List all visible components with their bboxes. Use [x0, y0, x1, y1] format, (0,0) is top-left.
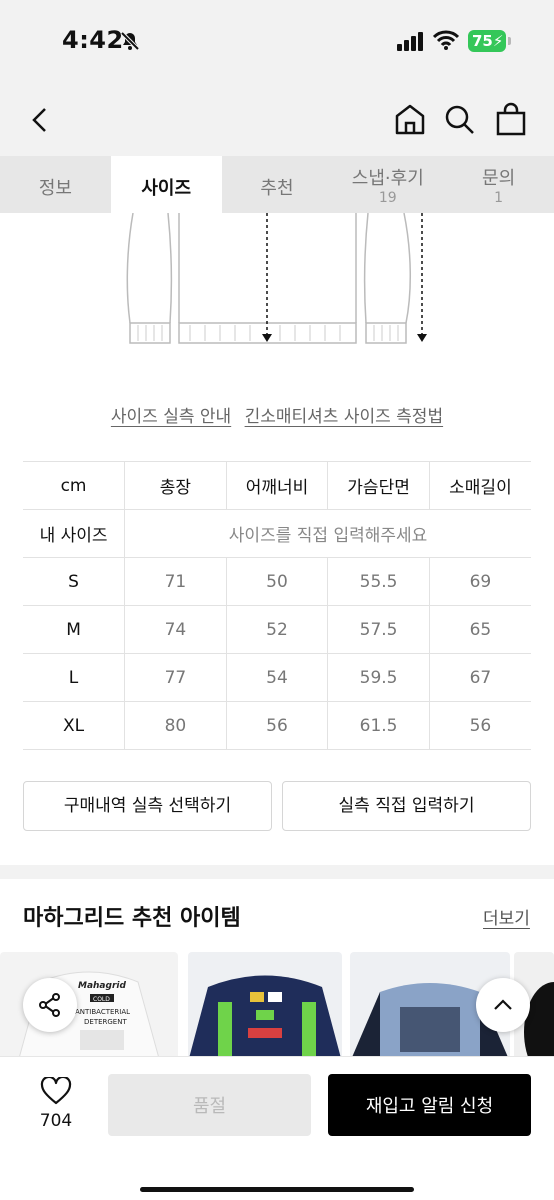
- table-cell: 55.5: [327, 557, 430, 606]
- table-cell: 77: [124, 653, 227, 702]
- table-cell: 65: [428, 605, 531, 654]
- tab-info-label: 정보: [38, 178, 72, 199]
- product-text: Mahagrid: [78, 981, 126, 991]
- my-size-label: 내 사이즈: [23, 509, 125, 558]
- tab-snap-review[interactable]: 스냅·후기 19: [332, 156, 443, 213]
- chevron-up-icon: [494, 999, 512, 1010]
- table-header-cell: 총장: [124, 461, 227, 510]
- table-row: L 77 54 59.5 67: [23, 653, 531, 702]
- share-icon: [39, 993, 60, 1017]
- size-label: L: [23, 653, 125, 702]
- product-text: ANTIBACTERIAL: [75, 1008, 130, 1016]
- like-count: 704: [39, 1111, 73, 1131]
- size-label: M: [23, 605, 125, 654]
- product-text: DETERGENT: [84, 1018, 127, 1026]
- my-size-input[interactable]: 사이즈를 직접 입력해주세요: [124, 509, 531, 558]
- bottom-action-bar: 704 품절 재입고 알림 신청: [0, 1056, 554, 1200]
- recommend-title: 마하그리드 추천 아이템: [23, 906, 241, 931]
- home-icon[interactable]: [393, 102, 427, 140]
- table-cell: 56: [428, 701, 531, 750]
- tab-snap-review-label: 스냅·후기: [351, 168, 424, 189]
- back-arrow-icon[interactable]: [28, 106, 52, 138]
- wifi-icon: [432, 30, 460, 54]
- table-cell: 59.5: [327, 653, 430, 702]
- size-label: S: [23, 557, 125, 606]
- tab-inquiry[interactable]: 문의 1: [443, 156, 554, 213]
- table-header-cell: 가슴단면: [327, 461, 430, 510]
- table-cell: 50: [225, 557, 328, 606]
- size-guide-links: 사이즈 실측 안내 긴소매티셔츠 사이즈 측정법: [0, 402, 554, 427]
- measure-action-buttons: 구매내역 실측 선택하기 실측 직접 입력하기: [23, 781, 531, 831]
- tab-info[interactable]: 정보: [0, 156, 111, 213]
- heart-icon[interactable]: [40, 1075, 72, 1109]
- actual-size-guide-link[interactable]: 사이즈 실측 안내: [111, 407, 231, 427]
- tab-size[interactable]: 사이즈: [110, 156, 222, 213]
- status-time: 4:42: [62, 26, 124, 54]
- tab-inquiry-label: 문의: [482, 168, 516, 189]
- table-cell: 56: [225, 701, 328, 750]
- table-cell: 67: [428, 653, 531, 702]
- bell-muted-icon: [119, 30, 141, 56]
- table-cell: 71: [124, 557, 227, 606]
- table-cell: 52: [225, 605, 328, 654]
- table-cell: 69: [428, 557, 531, 606]
- scroll-top-button[interactable]: [476, 978, 530, 1032]
- tab-inquiry-count: 1: [494, 190, 504, 206]
- more-link[interactable]: 더보기: [483, 904, 530, 929]
- table-row: M 74 52 57.5 65: [23, 605, 531, 654]
- battery-tip: [508, 37, 511, 45]
- battery-icon: 75⚡: [468, 30, 506, 52]
- soldout-button: 품절: [108, 1074, 311, 1136]
- tab-snap-review-count: 19: [378, 190, 397, 206]
- restock-alert-button[interactable]: 재입고 알림 신청: [328, 1074, 531, 1136]
- select-purchase-history-button[interactable]: 구매내역 실측 선택하기: [23, 781, 272, 831]
- signal-icon: [397, 31, 425, 55]
- table-cell: 57.5: [327, 605, 430, 654]
- table-cell: 80: [124, 701, 227, 750]
- direct-input-button[interactable]: 실측 직접 입력하기: [282, 781, 531, 831]
- status-bar: 4:42 75⚡: [0, 0, 554, 80]
- table-cell: 74: [124, 605, 227, 654]
- measure-method-link[interactable]: 긴소매티셔츠 사이즈 측정법: [245, 407, 444, 427]
- table-header-cell: cm: [23, 461, 125, 510]
- table-header-row: cm 총장 어깨너비 가슴단면 소매길이: [23, 461, 531, 510]
- product-card[interactable]: [188, 952, 342, 1062]
- size-diagram-illustration: [0, 212, 554, 353]
- tab-size-label: 사이즈: [141, 178, 192, 199]
- table-cell: 61.5: [327, 701, 430, 750]
- app-header: [0, 80, 554, 156]
- table-header-cell: 어깨너비: [225, 461, 328, 510]
- size-label: XL: [23, 701, 125, 750]
- home-indicator: [140, 1187, 414, 1192]
- search-icon[interactable]: [444, 104, 476, 140]
- table-row: XL 80 56 61.5 56: [23, 701, 531, 750]
- share-button[interactable]: [23, 978, 77, 1032]
- table-row: S 71 50 55.5 69: [23, 557, 531, 606]
- size-table: cm 총장 어깨너비 가슴단면 소매길이 내 사이즈 사이즈를 직접 입력해주세…: [23, 461, 531, 750]
- my-size-row: 내 사이즈 사이즈를 직접 입력해주세요: [23, 509, 531, 558]
- tab-recommend-label: 추천: [260, 178, 294, 199]
- section-divider: [0, 865, 554, 879]
- product-tabs: 정보 사이즈 추천 스냅·후기 19 문의 1: [0, 156, 554, 213]
- shopping-bag-icon[interactable]: [496, 102, 526, 140]
- table-header-cell: 소매길이: [428, 461, 531, 510]
- table-cell: 54: [225, 653, 328, 702]
- tab-recommend[interactable]: 추천: [222, 156, 333, 213]
- battery-level: 75: [472, 32, 493, 50]
- product-text: COLD: [93, 996, 110, 1003]
